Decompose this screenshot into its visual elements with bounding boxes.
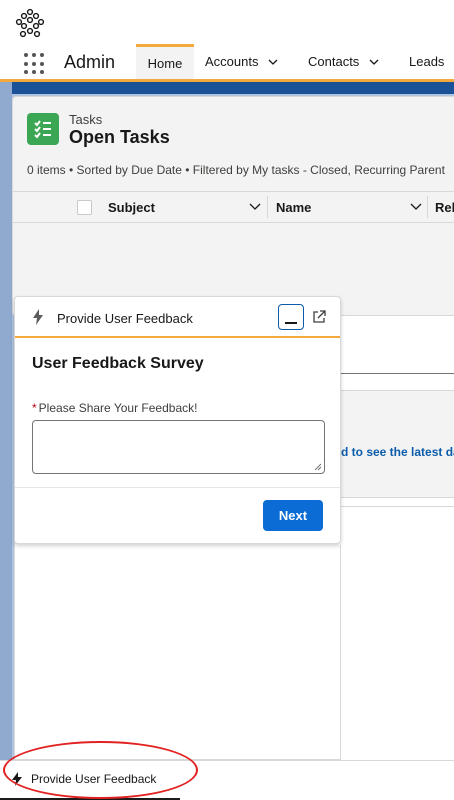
table-header: Subject Name Rel: [13, 191, 454, 223]
resize-grip-icon[interactable]: [314, 463, 322, 471]
feedback-field-label-text: Please Share Your Feedback!: [38, 401, 198, 415]
select-all-checkbox[interactable]: [77, 200, 92, 215]
tab-leads-label: Leads: [409, 54, 445, 69]
tasks-list-card: Tasks Open Tasks 0 items • Sorted by Due…: [12, 96, 454, 316]
tab-home-label: Home: [147, 55, 183, 71]
list-view-meta: 0 items • Sorted by Due Date • Filtered …: [27, 163, 445, 177]
feedback-field-label: * Please Share Your Feedback!: [32, 401, 197, 415]
tab-accounts-label: Accounts: [205, 54, 259, 69]
utility-bar: Provide User Feedback: [0, 760, 454, 800]
chevron-down-icon[interactable]: [410, 202, 422, 212]
lightning-bolt-icon: [12, 772, 22, 786]
pop-out-icon[interactable]: [312, 310, 326, 324]
chevron-down-icon[interactable]: [268, 57, 278, 67]
minimize-icon: [285, 322, 297, 324]
lightning-bolt-icon: [33, 309, 43, 325]
feedback-textarea[interactable]: [32, 420, 325, 474]
update-link[interactable]: d to see the latest da: [341, 445, 454, 459]
column-name[interactable]: Name: [276, 192, 311, 222]
tasks-icon: [27, 113, 59, 145]
required-marker: *: [32, 401, 37, 415]
update-notice: d to see the latest da: [340, 390, 454, 498]
minimize-button[interactable]: [278, 304, 304, 330]
column-subject[interactable]: Subject: [108, 192, 155, 222]
flow-panel-header: Provide User Feedback: [15, 297, 340, 338]
survey-title: User Feedback Survey: [32, 355, 204, 372]
tab-leads[interactable]: Leads: [409, 44, 444, 79]
minimized-panel-body: [14, 545, 341, 760]
tab-home[interactable]: Home: [136, 44, 194, 79]
app-nav-bar: Admin Home Accounts Contacts Leads: [0, 44, 454, 82]
column-related[interactable]: Rel: [435, 192, 454, 222]
next-button[interactable]: Next: [263, 500, 323, 531]
flow-panel-title: Provide User Feedback: [57, 311, 193, 326]
chevron-down-icon[interactable]: [249, 202, 261, 212]
tab-contacts-label: Contacts: [308, 54, 360, 69]
chevron-down-icon[interactable]: [369, 57, 379, 67]
app-name: Admin: [64, 52, 116, 72]
flow-panel: Provide User Feedback User Feedback Surv…: [14, 296, 341, 544]
tab-accounts[interactable]: Accounts: [205, 44, 278, 79]
list-view-title[interactable]: Open Tasks: [69, 127, 170, 148]
app-launcher-icon[interactable]: [24, 53, 46, 75]
utility-item-label: Provide User Feedback: [31, 772, 157, 786]
page-edge: [0, 82, 12, 800]
global-header: [0, 0, 454, 44]
org-logo-icon[interactable]: [14, 7, 46, 39]
object-label: Tasks: [69, 112, 103, 127]
tab-contacts[interactable]: Contacts: [308, 44, 379, 79]
